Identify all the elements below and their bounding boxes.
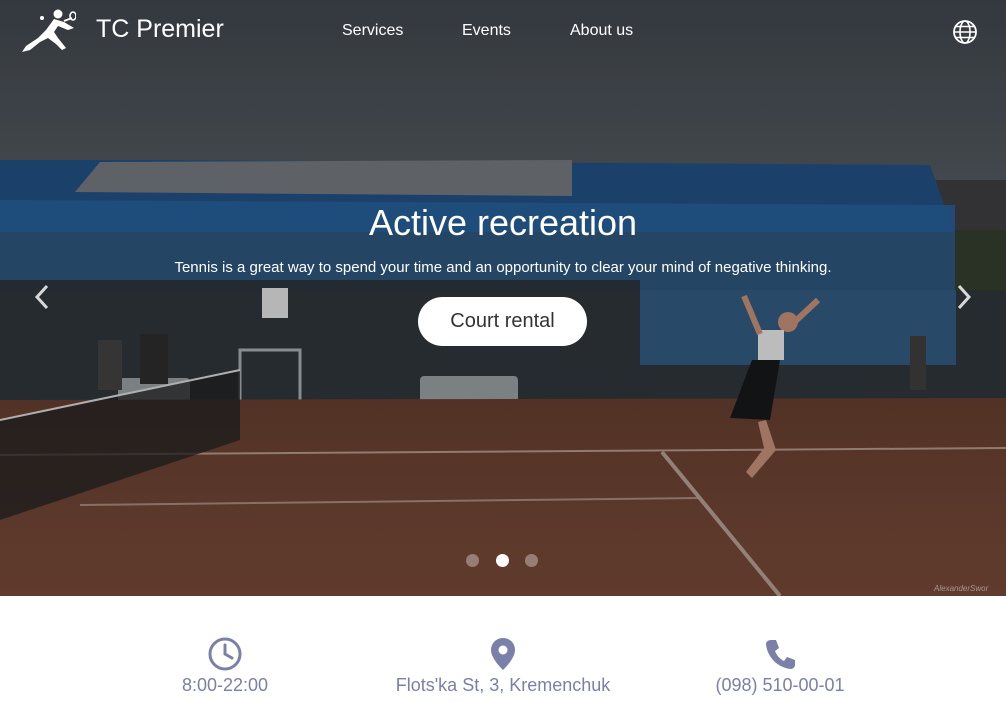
phone: (098) 510-00-01 (700, 636, 860, 696)
opening-hours: 8:00-22:00 (150, 636, 300, 696)
slide-title: Active recreation (368, 202, 638, 243)
carousel-dot-1[interactable] (466, 554, 479, 567)
phone-icon (766, 640, 795, 669)
tennis-player-logo-icon[interactable] (20, 8, 76, 54)
contact-info-bar: 8:00-22:00 Flots'ka St, 3, Kremenchuk (0… (0, 596, 1006, 725)
carousel-indicators (466, 554, 540, 568)
clock-icon (208, 637, 242, 671)
nav-about-link[interactable]: About us (570, 21, 633, 41)
hero-carousel: AlexanderSwor TC Premier Services Events… (0, 0, 1006, 596)
globe-icon[interactable] (952, 19, 978, 45)
address: Flots'ka St, 3, Kremenchuk (380, 636, 626, 696)
nav-services-link[interactable]: Services (342, 21, 403, 41)
phone-number-text[interactable]: (098) 510-00-01 (700, 674, 860, 696)
photo-watermark: AlexanderSwor (934, 584, 989, 593)
court-rental-button[interactable]: Court rental (418, 297, 587, 346)
carousel-dot-3[interactable] (525, 554, 538, 567)
opening-hours-text: 8:00-22:00 (181, 675, 269, 695)
slide-description: Tennis is a great way to spend your time… (174, 259, 832, 276)
nav-events-link[interactable]: Events (462, 21, 511, 41)
address-text[interactable]: Flots'ka St, 3, Kremenchuk (380, 674, 626, 696)
carousel-dot-2-active[interactable] (496, 554, 509, 567)
chevron-right-icon[interactable] (954, 283, 974, 311)
top-navbar: TC Premier Services Events About us (0, 0, 1006, 64)
chevron-left-icon[interactable] (32, 283, 52, 311)
brand-name[interactable]: TC Premier (96, 14, 224, 44)
location-pin-icon (491, 638, 515, 670)
